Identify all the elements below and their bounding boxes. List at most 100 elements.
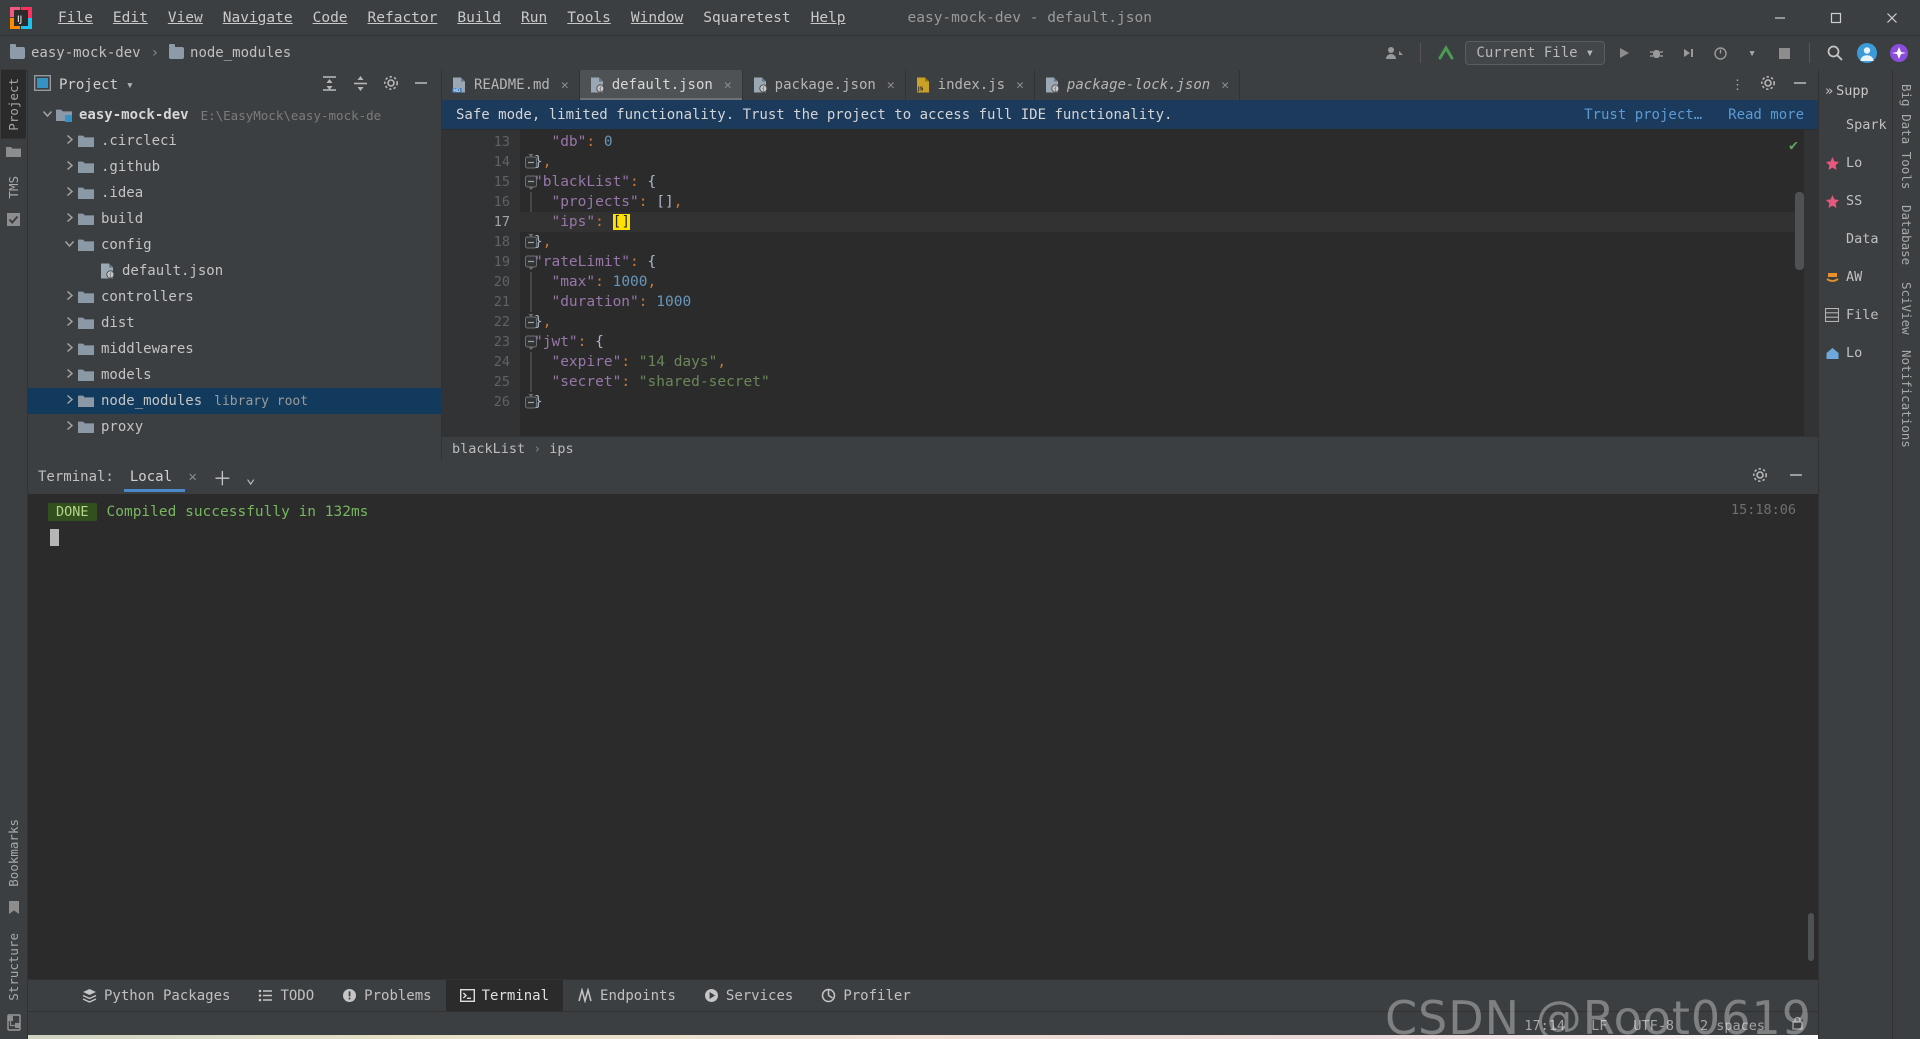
code-line[interactable]: } — [520, 392, 1818, 412]
code-line[interactable]: "max": 1000, — [520, 272, 1818, 292]
chevron-right-icon[interactable] — [60, 420, 78, 434]
chevron-down-icon[interactable] — [38, 108, 56, 122]
breadcrumb-blacklist[interactable]: blackList — [452, 441, 525, 457]
code-line[interactable]: }, — [520, 232, 1818, 252]
stop-icon[interactable] — [1771, 40, 1797, 66]
sidebar-item-notifications[interactable]: Notifications — [1895, 342, 1918, 456]
menu-edit[interactable]: Edit — [103, 7, 158, 29]
hide-editor-icon[interactable] — [1792, 75, 1808, 95]
chevron-right-icon[interactable] — [60, 160, 78, 174]
terminal-scrollbar-thumb[interactable] — [1808, 913, 1814, 961]
collapse-all-icon[interactable] — [352, 75, 369, 96]
close-terminal-tab-icon[interactable]: ✕ — [188, 469, 196, 485]
read-more-link[interactable]: Read more — [1728, 107, 1804, 123]
menu-tools[interactable]: Tools — [557, 7, 621, 29]
debug-icon[interactable] — [1643, 40, 1669, 66]
account-icon[interactable] — [1382, 40, 1408, 66]
profile-icon[interactable] — [1707, 40, 1733, 66]
chevron-right-icon[interactable] — [60, 342, 78, 356]
expand-all-icon[interactable] — [321, 75, 338, 96]
tree-node-easy-mock-dev[interactable]: easy-mock-dev E:\EasyMock\easy-mock-de — [28, 102, 441, 128]
bottom-tool-services[interactable]: Services — [690, 980, 807, 1011]
chevron-right-icon[interactable] — [60, 290, 78, 304]
menu-navigate[interactable]: Navigate — [213, 7, 303, 29]
code-line[interactable]: }, — [520, 312, 1818, 332]
sidebar-item-structure[interactable]: Structure — [1, 925, 26, 1009]
chevron-right-icon[interactable] — [60, 186, 78, 200]
tree-node--idea[interactable]: .idea — [28, 180, 441, 206]
tree-node-dist[interactable]: dist — [28, 310, 441, 336]
minimize-button[interactable] — [1752, 0, 1808, 36]
close-tab-icon[interactable]: ✕ — [887, 78, 895, 93]
close-tab-icon[interactable]: ✕ — [724, 78, 732, 93]
hide-terminal-icon[interactable] — [1788, 467, 1804, 487]
coverage-icon[interactable] — [1675, 40, 1701, 66]
editor-tab-default-json[interactable]: {} default.json ✕ — [579, 70, 743, 100]
sidebar-item-big-data-tools[interactable]: Big Data Tools — [1895, 76, 1918, 197]
chevron-right-icon[interactable] — [60, 316, 78, 330]
new-terminal-tab-icon[interactable]: ＋ — [213, 464, 232, 491]
ai-assistant-icon[interactable] — [1886, 40, 1912, 66]
folder-icon[interactable] — [6, 145, 21, 162]
bottom-tool-todo[interactable]: TODO — [244, 980, 328, 1011]
inspection-error-strip[interactable] — [1804, 130, 1818, 436]
right-panel-row-spark[interactable]: Spark — [1819, 106, 1892, 144]
menu-code[interactable]: Code — [303, 7, 358, 29]
project-settings-gear-icon[interactable] — [383, 75, 399, 95]
right-panel-row-lo[interactable]: Lo — [1819, 144, 1892, 182]
file-encoding[interactable]: UTF-8 — [1633, 1018, 1674, 1034]
menu-run[interactable]: Run — [511, 7, 557, 29]
right-panel-row-ss[interactable]: SS — [1819, 182, 1892, 220]
editor-tab-package-json[interactable]: {} package.json ✕ — [743, 70, 906, 100]
run-icon[interactable] — [1611, 40, 1637, 66]
more-tabs-icon[interactable]: ⋮ — [1731, 78, 1744, 93]
hide-project-panel-icon[interactable] — [413, 75, 429, 95]
breadcrumb[interactable]: easy-mock-dev › node_modules — [10, 44, 291, 61]
code-line[interactable]: }, — [520, 152, 1818, 172]
code-line[interactable]: "ips": [] — [520, 212, 1818, 232]
trust-project-link[interactable]: Trust project… — [1584, 107, 1702, 123]
tree-node-node-modules[interactable]: node_modules library root — [28, 388, 441, 414]
chevron-right-icon[interactable] — [60, 394, 78, 408]
breadcrumb-ips[interactable]: ips — [549, 441, 573, 457]
code-line[interactable]: "secret": "shared-secret" — [520, 372, 1818, 392]
code-viewport[interactable]: 13 14 15 16 17 18 19 20 21 22 23 24 25 26 "db": 0}, "b… — [442, 130, 1818, 436]
code-line[interactable]: "duration": 1000 — [520, 292, 1818, 312]
tree-node--github[interactable]: .github — [28, 154, 441, 180]
more-run-options-icon[interactable]: ▾ — [1739, 40, 1765, 66]
sidebar-item-bookmarks[interactable]: Bookmarks — [1, 811, 26, 895]
menu-refactor[interactable]: Refactor — [358, 7, 448, 29]
editor-tab-index-js[interactable]: JS index.js ✕ — [906, 70, 1035, 100]
tree-node-models[interactable]: models — [28, 362, 441, 388]
chevron-down-icon[interactable] — [60, 238, 78, 252]
tree-node-build[interactable]: build — [28, 206, 441, 232]
big-data-tools-list[interactable]: Spark Lo SS Data AW File Lo — [1819, 106, 1892, 372]
right-panel-row-data[interactable]: Data — [1819, 220, 1892, 258]
menu-file[interactable]: File — [48, 7, 103, 29]
caret-position[interactable]: 17:14 — [1524, 1018, 1565, 1034]
code-line[interactable]: "blackList": { — [520, 172, 1818, 192]
tree-node-controllers[interactable]: controllers — [28, 284, 441, 310]
user-avatar-icon[interactable] — [1854, 40, 1880, 66]
lock-icon[interactable] — [1791, 1016, 1804, 1035]
line-number-gutter[interactable]: 13 14 15 16 17 18 19 20 21 22 23 24 25 26 — [442, 130, 537, 436]
close-tab-icon[interactable]: ✕ — [1016, 78, 1024, 93]
terminal-tab-local[interactable]: Local ✕ — [123, 463, 199, 492]
tree-node-default-json[interactable]: {} default.json — [28, 258, 441, 284]
code-text[interactable]: "db": 0}, "blackList": { "projects": [], … — [520, 130, 1818, 436]
search-icon[interactable] — [1822, 40, 1848, 66]
code-line[interactable]: "projects": [], — [520, 192, 1818, 212]
commit-check-icon[interactable] — [6, 212, 21, 231]
chevron-right-icon[interactable] — [60, 368, 78, 382]
vcs-update-icon[interactable] — [1433, 40, 1459, 66]
bottom-tool-endpoints[interactable]: Endpoints — [563, 980, 690, 1011]
menu-squaretest[interactable]: Squaretest — [693, 7, 800, 29]
close-tab-icon[interactable]: ✕ — [1221, 78, 1229, 93]
inspection-ok-icon[interactable]: ✔ — [1789, 136, 1798, 154]
tree-node-middlewares[interactable]: middlewares — [28, 336, 441, 362]
expand-right-panel-icon[interactable]: » — [1825, 83, 1833, 99]
menu-window[interactable]: Window — [621, 7, 693, 29]
breadcrumb-node-modules[interactable]: node_modules — [190, 45, 291, 61]
bottom-tool-terminal[interactable]: Terminal — [445, 980, 564, 1011]
tree-node-proxy[interactable]: proxy — [28, 414, 441, 440]
